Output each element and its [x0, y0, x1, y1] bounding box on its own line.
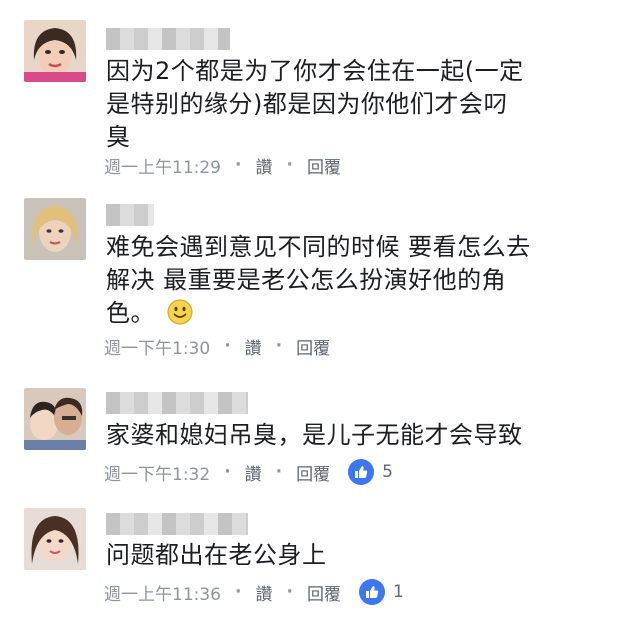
comment-timestamp[interactable]: 週一上午11:36	[104, 580, 221, 605]
separator-dot: ·	[224, 462, 231, 482]
comment-meta: 週一下午1:32 · 讚 · 回覆 5	[104, 459, 393, 485]
smiley-icon	[167, 299, 193, 325]
like-button[interactable]: 讚	[245, 334, 262, 359]
comment-meta: 週一上午11:36 · 讚 · 回覆 1	[104, 579, 404, 605]
separator-dot: ·	[286, 155, 293, 175]
comment-timestamp[interactable]: 週一下午1:30	[104, 334, 210, 359]
avatar[interactable]	[24, 198, 86, 260]
comment-text-line: 色。	[106, 299, 155, 327]
like-button[interactable]: 讚	[245, 460, 262, 485]
separator-dot: ·	[224, 336, 231, 356]
comment-text-line: 家婆和媳妇吊臭，是儿子无能才会导致	[106, 421, 523, 449]
separator-dot: ·	[275, 462, 283, 482]
like-button[interactable]: 讚	[255, 580, 272, 605]
comment-text-line: 难免会遇到意见不同的时候 要看怎么去	[106, 233, 531, 261]
commenter-name-blurred[interactable]	[106, 513, 248, 535]
comment-meta: 週一下午1:30 · 讚 · 回覆	[104, 333, 330, 359]
thumbs-up-icon	[348, 459, 375, 485]
comment-text-line: 因为2个都是为了你才会住在一起(一定	[106, 57, 524, 85]
reply-button[interactable]: 回覆	[296, 460, 330, 485]
comment-text-line-with-emoji: 色。	[106, 297, 546, 330]
comment-text: 难免会遇到意见不同的时候 要看怎么去 解决 最重要是老公怎么扮演好他的角 色。	[106, 231, 546, 330]
commenter-name-blurred[interactable]	[106, 392, 248, 414]
reaction-count: 1	[392, 582, 404, 602]
comment-text-line: 臭	[106, 123, 131, 151]
reply-button[interactable]: 回覆	[307, 153, 341, 178]
comment-text-line: 是特别的缘分)都是因为你他们才会叼	[106, 90, 508, 118]
comment-text-line: 解决 最重要是老公怎么扮演好他的角	[106, 266, 507, 294]
avatar[interactable]	[24, 508, 86, 570]
avatar[interactable]	[24, 20, 86, 82]
avatar[interactable]	[24, 388, 86, 450]
like-button[interactable]: 讚	[255, 153, 272, 178]
reply-button[interactable]: 回覆	[296, 334, 330, 359]
comment-text: 家婆和媳妇吊臭，是儿子无能才会导致	[106, 419, 546, 452]
comment-timestamp[interactable]: 週一上午11:29	[104, 153, 221, 178]
reaction-summary[interactable]: 1	[358, 579, 404, 605]
comment-meta: 週一上午11:29 · 讚 · 回覆	[104, 152, 341, 178]
separator-dot: ·	[235, 155, 242, 175]
reaction-count: 5	[382, 462, 393, 482]
reply-button[interactable]: 回覆	[307, 580, 341, 605]
separator-dot: ·	[235, 582, 242, 602]
comment-text: 问题都出在老公身上	[106, 539, 546, 572]
comment-text-line: 问题都出在老公身上	[106, 541, 327, 569]
separator-dot: ·	[275, 336, 283, 356]
separator-dot: ·	[286, 582, 293, 602]
thumbs-up-icon	[358, 579, 385, 605]
comment-timestamp[interactable]: 週一下午1:32	[104, 460, 210, 485]
comment-text: 因为2个都是为了你才会住在一起(一定 是特别的缘分)都是因为你他们才会叼 臭	[106, 55, 546, 154]
reaction-summary[interactable]: 5	[348, 459, 393, 485]
commenter-name-blurred[interactable]	[106, 204, 154, 226]
commenter-name-blurred[interactable]	[106, 28, 230, 50]
